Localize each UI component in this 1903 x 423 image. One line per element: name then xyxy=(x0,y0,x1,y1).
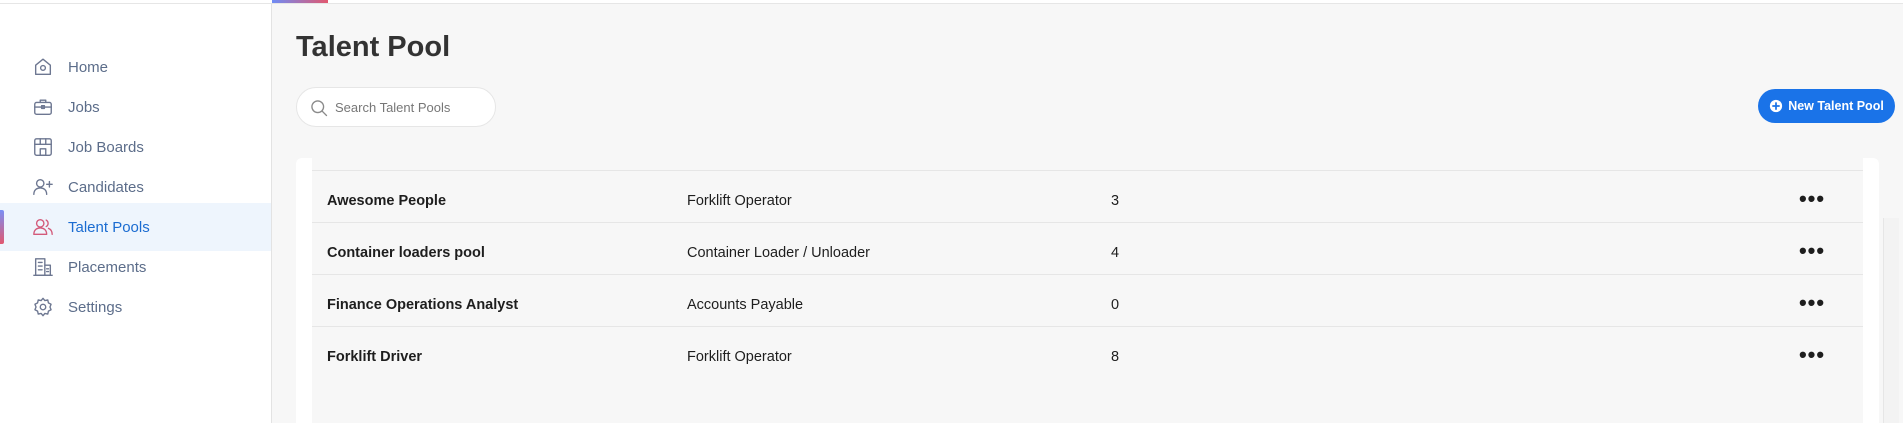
sidebar-item-label: Home xyxy=(68,58,109,76)
new-talent-pool-button[interactable]: New Talent Pool xyxy=(1758,89,1895,123)
pool-name[interactable]: Container loaders pool xyxy=(327,245,485,261)
sidebar-item-label: Talent Pools xyxy=(68,218,150,236)
pool-name[interactable]: Awesome People xyxy=(327,193,446,209)
row-menu-icon[interactable]: ••• xyxy=(1797,292,1827,319)
sidebar-item-settings[interactable]: Settings xyxy=(0,283,271,331)
pool-job: Accounts Payable xyxy=(687,297,804,313)
sidebar-item-label: Job Boards xyxy=(68,138,144,156)
search-icon xyxy=(309,98,329,118)
storefront-icon xyxy=(32,136,54,158)
pool-job: Forklift Operator xyxy=(687,349,792,365)
pool-job: Forklift Operator xyxy=(687,193,792,209)
scrollbar-thumb[interactable] xyxy=(1883,218,1899,423)
briefcase-icon xyxy=(32,96,54,118)
user-plus-icon xyxy=(32,176,54,198)
plus-circle-icon xyxy=(1769,99,1783,113)
pool-candidate-count: 0 xyxy=(1111,297,1120,313)
sidebar-item-label: Candidates xyxy=(68,178,144,196)
users-icon xyxy=(32,216,54,238)
home-icon xyxy=(32,56,54,78)
row-menu-icon[interactable]: ••• xyxy=(1797,240,1827,267)
search-box[interactable] xyxy=(296,87,496,127)
main-content: Talent Pool New Talent Pool Awesome Peop… xyxy=(272,4,1903,423)
new-talent-pool-label: New Talent Pool xyxy=(1788,99,1884,113)
pool-job: Container Loader / Unloader xyxy=(687,245,870,261)
sidebar: Home Jobs Job Boards Candidates Talent P… xyxy=(0,4,272,423)
table-body: Awesome People Forklift Operator 3 ••• C… xyxy=(312,158,1863,423)
active-indicator xyxy=(0,210,4,244)
sidebar-item-label: Settings xyxy=(68,298,123,316)
pool-name[interactable]: Finance Operations Analyst xyxy=(327,297,518,313)
gear-icon xyxy=(32,296,54,318)
pool-candidate-count: 4 xyxy=(1111,245,1120,261)
row-menu-icon[interactable]: ••• xyxy=(1797,344,1827,371)
page-title: Talent Pool xyxy=(296,31,451,63)
pool-candidate-count: 8 xyxy=(1111,349,1120,365)
row-menu-icon[interactable]: ••• xyxy=(1797,188,1827,215)
pool-candidate-count: 3 xyxy=(1111,193,1120,209)
talent-pool-table: Awesome People Forklift Operator 3 ••• C… xyxy=(296,158,1879,423)
loading-accent-bar xyxy=(272,0,328,3)
building-icon xyxy=(32,256,54,278)
table-row[interactable]: Forklift Driver Forklift Operator 8 ••• xyxy=(312,326,1863,389)
search-input[interactable] xyxy=(335,96,485,118)
pool-name[interactable]: Forklift Driver xyxy=(327,349,422,365)
sidebar-item-label: Placements xyxy=(68,258,147,276)
sidebar-item-label: Jobs xyxy=(68,98,100,116)
